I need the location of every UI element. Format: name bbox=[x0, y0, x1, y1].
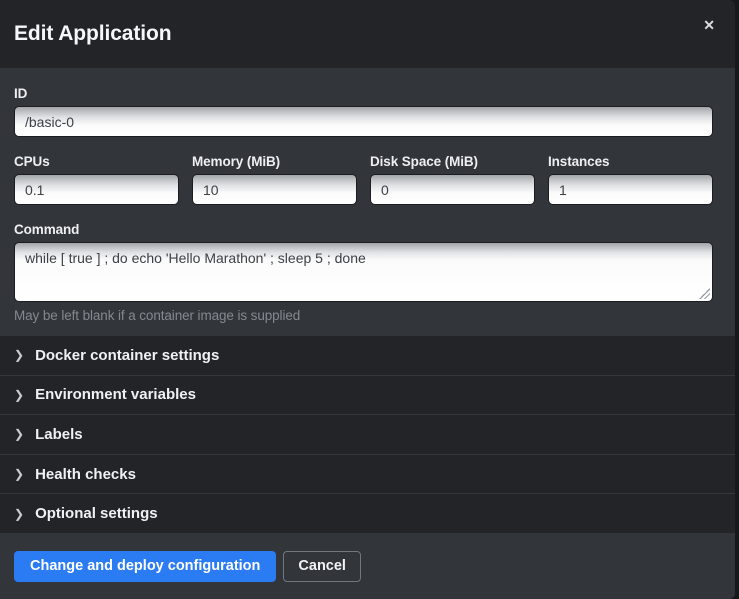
modal-title: Edit Application bbox=[14, 22, 171, 46]
accordion-optional-settings[interactable]: ❯ Optional settings bbox=[0, 493, 735, 533]
disk-input[interactable] bbox=[370, 174, 535, 205]
instances-label: Instances bbox=[548, 154, 713, 169]
memory-label: Memory (MiB) bbox=[192, 154, 357, 169]
id-input[interactable] bbox=[14, 106, 713, 137]
accordion-environment-variables[interactable]: ❯ Environment variables bbox=[0, 375, 735, 415]
command-field-group: Command while [ true ] ; do echo 'Hello … bbox=[14, 222, 713, 323]
close-icon[interactable]: ✕ bbox=[699, 14, 719, 36]
id-field-group: ID bbox=[14, 86, 713, 137]
chevron-right-icon: ❯ bbox=[14, 349, 24, 361]
accordion: ❯ Docker container settings ❯ Environmen… bbox=[0, 336, 735, 533]
instances-input[interactable] bbox=[548, 174, 713, 205]
accordion-health-checks[interactable]: ❯ Health checks bbox=[0, 454, 735, 494]
command-help-text: May be left blank if a container image i… bbox=[14, 308, 713, 323]
resources-row: CPUs Memory (MiB) Disk Space (MiB) Insta… bbox=[14, 154, 713, 205]
accordion-label: Docker container settings bbox=[35, 347, 219, 364]
chevron-right-icon: ❯ bbox=[14, 389, 24, 401]
accordion-label: Optional settings bbox=[35, 505, 158, 522]
modal-footer: Change and deploy configuration Cancel bbox=[0, 533, 735, 599]
chevron-right-icon: ❯ bbox=[14, 508, 24, 520]
memory-input[interactable] bbox=[192, 174, 357, 205]
command-label: Command bbox=[14, 222, 713, 237]
disk-label: Disk Space (MiB) bbox=[370, 154, 535, 169]
accordion-docker-container-settings[interactable]: ❯ Docker container settings bbox=[0, 336, 735, 375]
cpus-input[interactable] bbox=[14, 174, 179, 205]
id-label: ID bbox=[14, 86, 713, 101]
instances-field-group: Instances bbox=[548, 154, 713, 205]
cancel-button[interactable]: Cancel bbox=[283, 551, 361, 582]
accordion-label: Environment variables bbox=[35, 386, 196, 403]
edit-application-modal: Edit Application ✕ ID CPUs Memory (MiB) … bbox=[0, 0, 735, 599]
form-body: ID CPUs Memory (MiB) Disk Space (MiB) In… bbox=[0, 68, 735, 336]
accordion-labels[interactable]: ❯ Labels bbox=[0, 414, 735, 454]
cpus-label: CPUs bbox=[14, 154, 179, 169]
change-and-deploy-button[interactable]: Change and deploy configuration bbox=[14, 551, 276, 582]
cpus-field-group: CPUs bbox=[14, 154, 179, 205]
memory-field-group: Memory (MiB) bbox=[192, 154, 357, 205]
disk-field-group: Disk Space (MiB) bbox=[370, 154, 535, 205]
chevron-right-icon: ❯ bbox=[14, 468, 24, 480]
modal-header: Edit Application ✕ bbox=[0, 0, 735, 68]
command-textarea[interactable]: while [ true ] ; do echo 'Hello Marathon… bbox=[14, 242, 713, 302]
accordion-label: Labels bbox=[35, 426, 83, 443]
accordion-label: Health checks bbox=[35, 466, 136, 483]
chevron-right-icon: ❯ bbox=[14, 428, 24, 440]
